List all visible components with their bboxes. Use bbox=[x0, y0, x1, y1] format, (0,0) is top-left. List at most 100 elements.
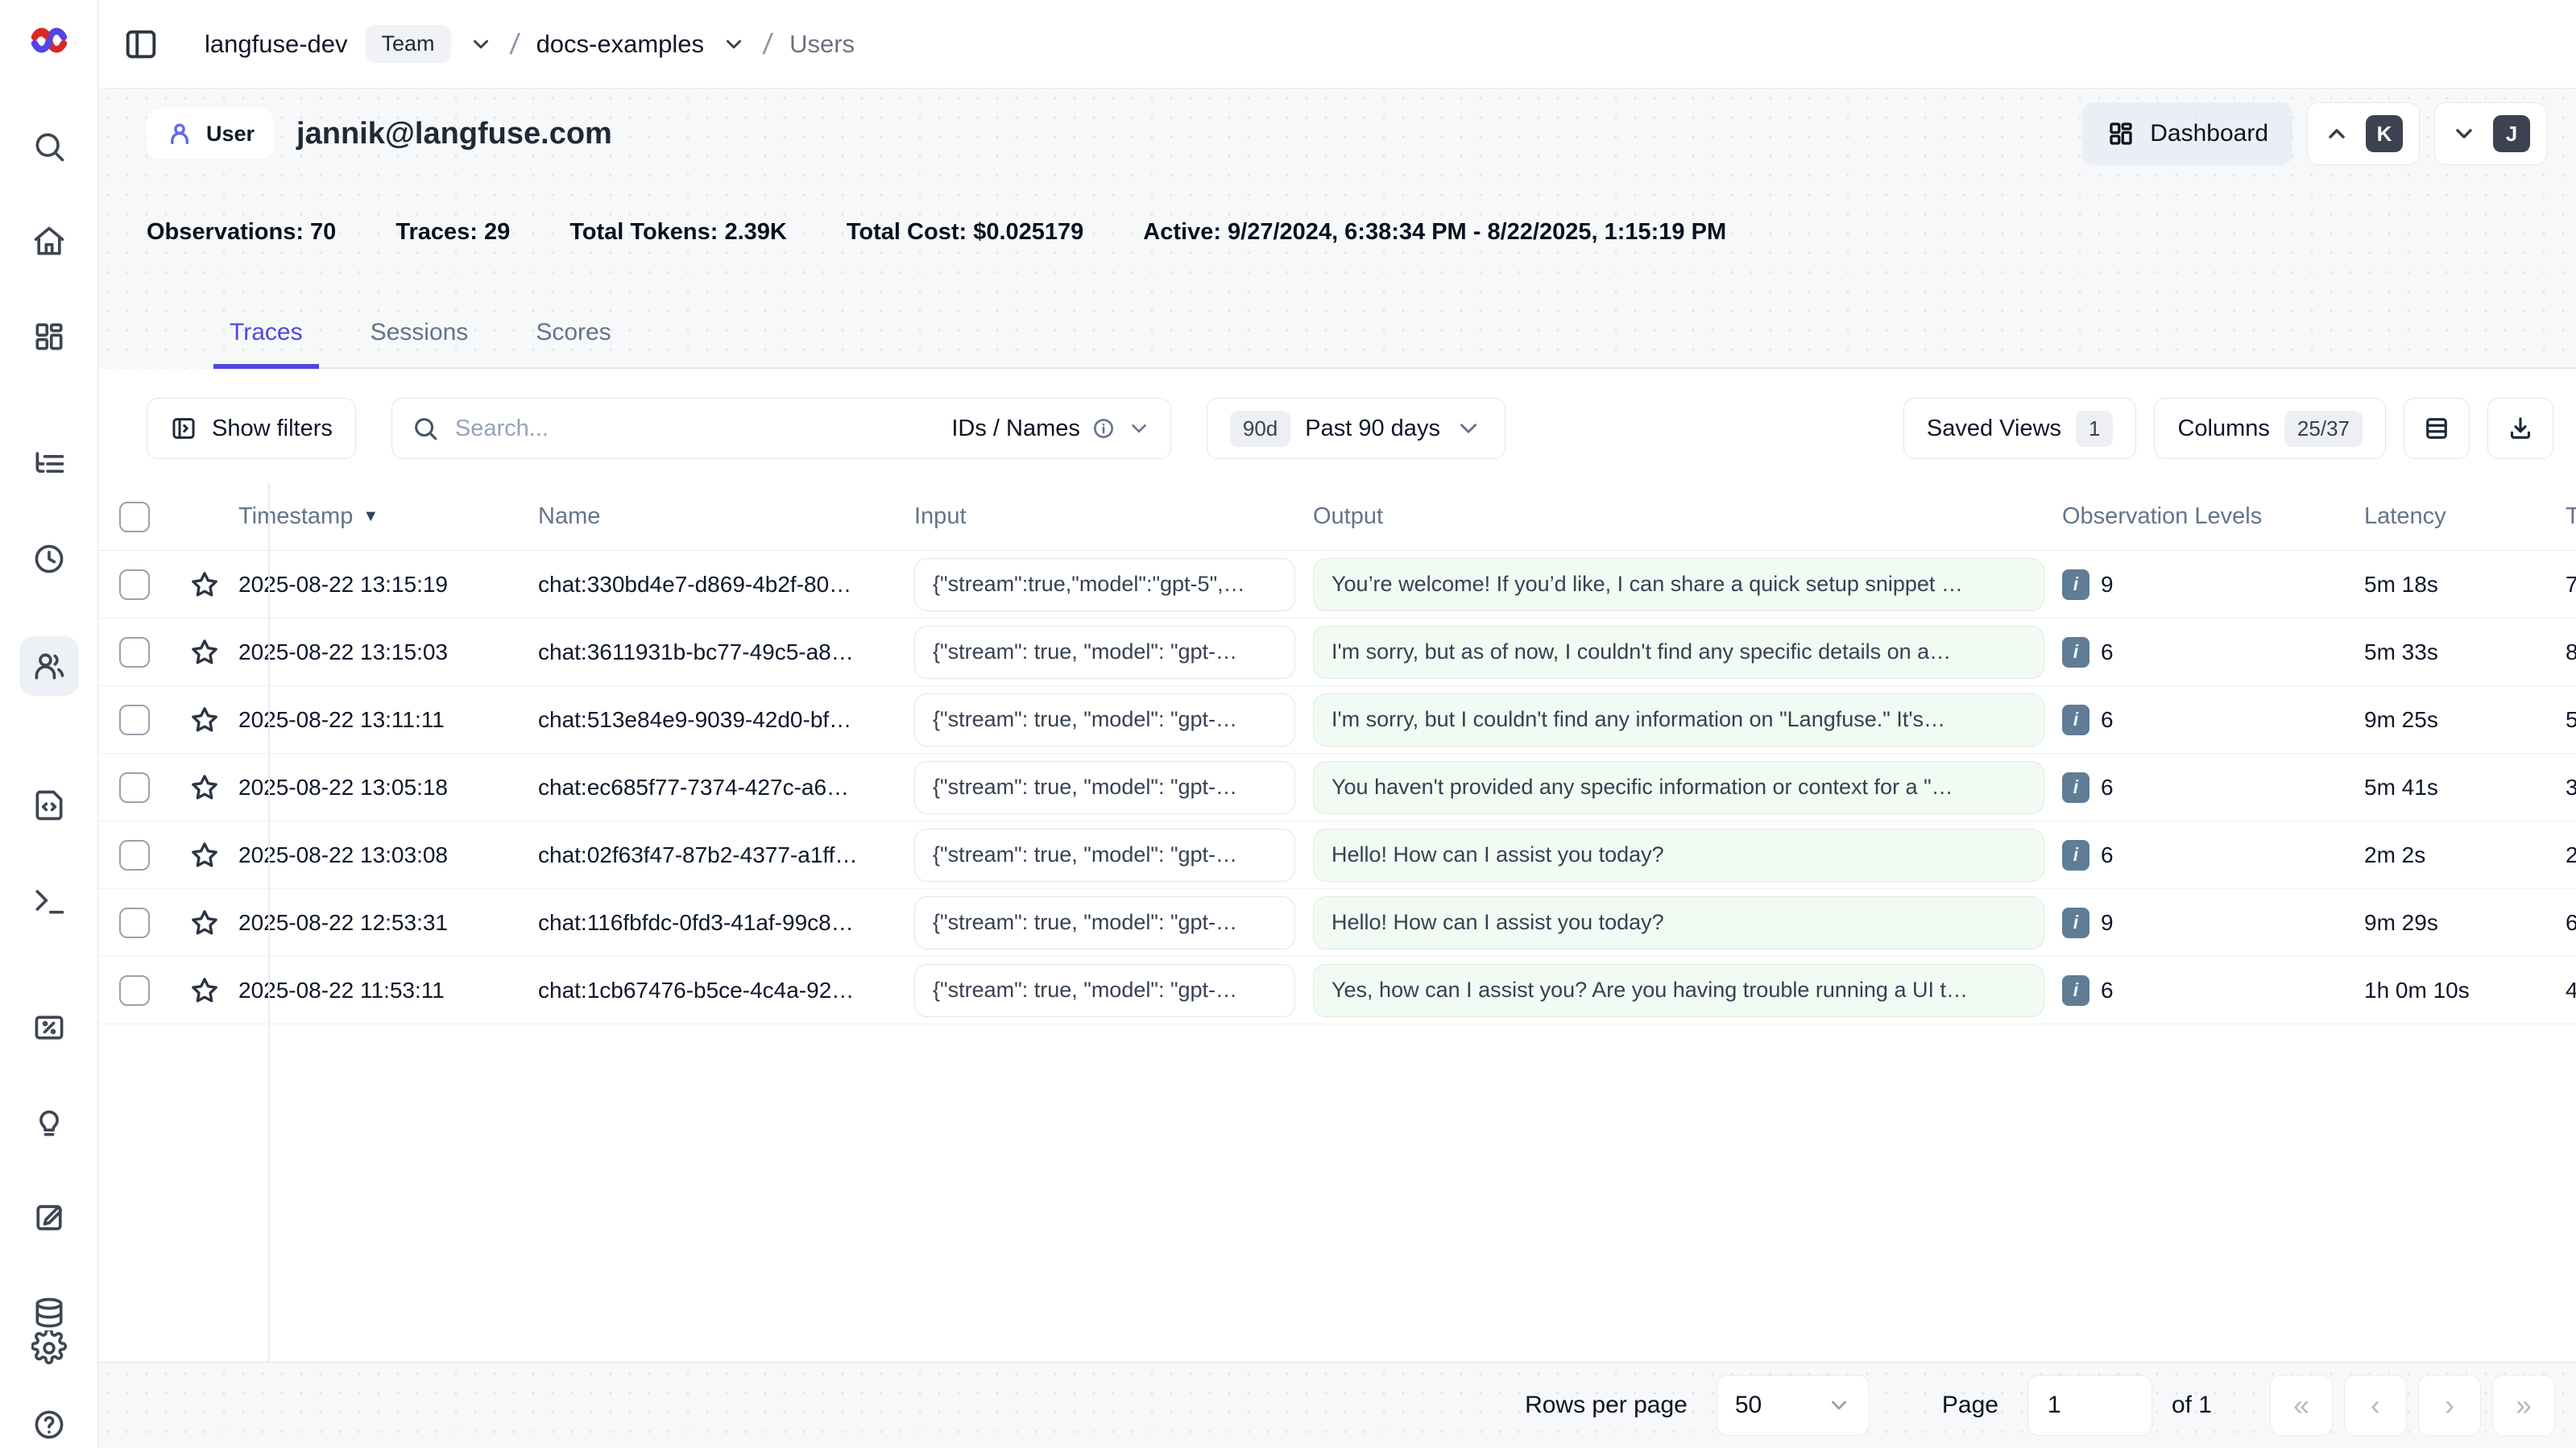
show-filters-button[interactable]: Show filters bbox=[147, 398, 356, 459]
export-button[interactable] bbox=[2487, 398, 2553, 459]
column-header-name[interactable]: Name bbox=[538, 503, 914, 530]
breadcrumb-page[interactable]: Users bbox=[789, 30, 855, 59]
previous-user-button[interactable]: K bbox=[2307, 102, 2420, 165]
input-cell[interactable]: {"stream":true,"model":"gpt-5",… bbox=[914, 558, 1295, 611]
sidebar-item-settings[interactable] bbox=[31, 1330, 67, 1370]
stat-traces: Traces: 29 bbox=[396, 219, 510, 246]
sidebar-item-judge[interactable] bbox=[19, 1105, 79, 1140]
chevron-down-icon[interactable] bbox=[469, 32, 493, 56]
page-content: User jannik@langfuse.com Dashboard K J bbox=[98, 89, 2576, 1448]
sidebar-item-annotation[interactable] bbox=[19, 1200, 79, 1235]
output-cell[interactable]: I'm sorry, but as of now, I couldn't fin… bbox=[1313, 626, 2044, 679]
langfuse-logo-icon[interactable] bbox=[28, 21, 70, 60]
filter-bar: Show filters IDs / Names 90d Past 90 bbox=[98, 369, 2576, 483]
table-row[interactable]: 2025-08-22 13:15:19 chat:330bd4e7-d869-4… bbox=[98, 551, 2576, 619]
select-all-checkbox[interactable] bbox=[119, 502, 150, 532]
sidebar-item-evaluation[interactable] bbox=[19, 1010, 79, 1045]
page-number-input[interactable] bbox=[2027, 1375, 2152, 1436]
row-checkbox[interactable] bbox=[119, 772, 150, 803]
search-input[interactable] bbox=[455, 416, 935, 442]
table-row[interactable]: 2025-08-22 13:15:03 chat:3611931b-bc77-4… bbox=[98, 619, 2576, 686]
output-cell[interactable]: You’re welcome! If you’d like, I can sha… bbox=[1313, 558, 2044, 611]
input-cell[interactable]: {"stream": true, "model": "gpt-… bbox=[914, 626, 1295, 679]
breadcrumb-project[interactable]: docs-examples bbox=[536, 30, 704, 59]
last-page-button[interactable]: » bbox=[2492, 1375, 2555, 1436]
input-cell[interactable]: {"stream": true, "model": "gpt-… bbox=[914, 829, 1295, 882]
show-filters-label: Show filters bbox=[212, 416, 333, 442]
chevron-down-icon[interactable] bbox=[722, 32, 746, 56]
kbd-shortcut-j: J bbox=[2493, 115, 2530, 152]
next-user-button[interactable]: J bbox=[2434, 102, 2547, 165]
table-row[interactable]: 2025-08-22 13:05:18 chat:ec685f77-7374-4… bbox=[98, 754, 2576, 821]
date-range-badge: 90d bbox=[1230, 411, 1290, 447]
input-cell[interactable]: {"stream": true, "model": "gpt-… bbox=[914, 761, 1295, 814]
tab-traces[interactable]: Traces bbox=[213, 303, 319, 367]
breadcrumb-org[interactable]: langfuse-dev bbox=[205, 30, 348, 59]
columns-button[interactable]: Columns 25/37 bbox=[2154, 398, 2386, 459]
output-cell[interactable]: Hello! How can I assist you today? bbox=[1313, 896, 2044, 949]
output-cell[interactable]: You haven't provided any specific inform… bbox=[1313, 761, 2044, 814]
table-row[interactable]: 2025-08-22 13:03:08 chat:02f63f47-87b2-4… bbox=[98, 821, 2576, 889]
table-row[interactable]: 2025-08-22 12:53:31 chat:116fbfdc-0fd3-4… bbox=[98, 889, 2576, 957]
output-cell[interactable]: I'm sorry, but I couldn't find any infor… bbox=[1313, 693, 2044, 747]
star-icon[interactable] bbox=[188, 636, 221, 668]
star-icon[interactable] bbox=[188, 704, 221, 736]
sidebar-item-datasets[interactable] bbox=[19, 1295, 79, 1330]
sidebar-item-prompts[interactable] bbox=[19, 788, 79, 823]
sidebar-item-sessions[interactable] bbox=[19, 541, 79, 577]
column-header-clipped[interactable]: T bbox=[2566, 503, 2576, 530]
sidebar-toggle-icon[interactable] bbox=[122, 26, 159, 63]
sidebar-item-dashboards[interactable] bbox=[19, 319, 79, 354]
row-height-button[interactable] bbox=[2404, 398, 2470, 459]
column-header-latency[interactable]: Latency bbox=[2364, 503, 2566, 530]
filter-panel-icon bbox=[170, 415, 197, 442]
table-row[interactable]: 2025-08-22 13:11:11 chat:513e84e9-9039-4… bbox=[98, 686, 2576, 754]
timestamp-header-label: Timestamp bbox=[238, 503, 353, 530]
sidebar-item-users[interactable] bbox=[19, 636, 79, 696]
latency-cell: 5m 33s bbox=[2364, 639, 2566, 665]
previous-page-button[interactable]: ‹ bbox=[2344, 1375, 2407, 1436]
column-header-output[interactable]: Output bbox=[1313, 503, 2062, 530]
row-checkbox[interactable] bbox=[119, 637, 150, 668]
rows-per-page-select[interactable]: 50 bbox=[1717, 1375, 1870, 1436]
sidebar-item-playground[interactable] bbox=[19, 883, 79, 918]
tab-sessions[interactable]: Sessions bbox=[354, 303, 485, 367]
info-level-icon: i bbox=[2062, 637, 2089, 668]
column-header-input[interactable]: Input bbox=[914, 503, 1313, 530]
file-code-icon bbox=[31, 788, 67, 823]
row-checkbox[interactable] bbox=[119, 705, 150, 735]
input-cell[interactable]: {"stream": true, "model": "gpt-… bbox=[914, 896, 1295, 949]
star-icon[interactable] bbox=[188, 569, 221, 601]
output-cell[interactable]: Yes, how can I assist you? Are you havin… bbox=[1313, 964, 2044, 1017]
row-checkbox[interactable] bbox=[119, 908, 150, 938]
star-icon[interactable] bbox=[188, 907, 221, 939]
filter-bar-right: Saved Views 1 Columns 25/37 bbox=[1903, 398, 2553, 459]
dashboard-button[interactable]: Dashboard bbox=[2082, 102, 2292, 165]
name-cell: chat:513e84e9-9039-42d0-bf… bbox=[538, 707, 914, 733]
star-icon[interactable] bbox=[188, 772, 221, 804]
sidebar-item-search[interactable] bbox=[19, 129, 79, 164]
column-header-observation-levels[interactable]: Observation Levels bbox=[2062, 503, 2364, 530]
input-cell[interactable]: {"stream": true, "model": "gpt-… bbox=[914, 964, 1295, 1017]
table-row[interactable]: 2025-08-22 11:53:11 chat:1cb67476-b5ce-4… bbox=[98, 957, 2576, 1024]
observation-count: 6 bbox=[2101, 639, 2114, 665]
next-page-button[interactable]: › bbox=[2418, 1375, 2481, 1436]
output-cell[interactable]: Hello! How can I assist you today? bbox=[1313, 829, 2044, 882]
row-checkbox[interactable] bbox=[119, 840, 150, 871]
timestamp-cell: 2025-08-22 13:05:18 bbox=[238, 775, 538, 801]
sidebar-item-home[interactable] bbox=[19, 224, 79, 259]
star-icon[interactable] bbox=[188, 839, 221, 871]
saved-views-button[interactable]: Saved Views 1 bbox=[1903, 398, 2137, 459]
date-range-button[interactable]: 90d Past 90 days bbox=[1207, 398, 1505, 459]
row-checkbox[interactable] bbox=[119, 569, 150, 600]
sidebar-item-tracing[interactable] bbox=[19, 446, 79, 482]
star-icon[interactable] bbox=[188, 974, 221, 1007]
latency-cell: 1h 0m 10s bbox=[2364, 978, 2566, 1003]
row-checkbox[interactable] bbox=[119, 975, 150, 1006]
sidebar-item-support[interactable] bbox=[31, 1407, 67, 1446]
tab-scores[interactable]: Scores bbox=[520, 303, 627, 367]
search-scope-selector[interactable]: IDs / Names bbox=[951, 416, 1151, 442]
column-header-timestamp[interactable]: Timestamp ▼ bbox=[238, 503, 538, 530]
first-page-button[interactable]: « bbox=[2270, 1375, 2333, 1436]
input-cell[interactable]: {"stream": true, "model": "gpt-… bbox=[914, 693, 1295, 747]
